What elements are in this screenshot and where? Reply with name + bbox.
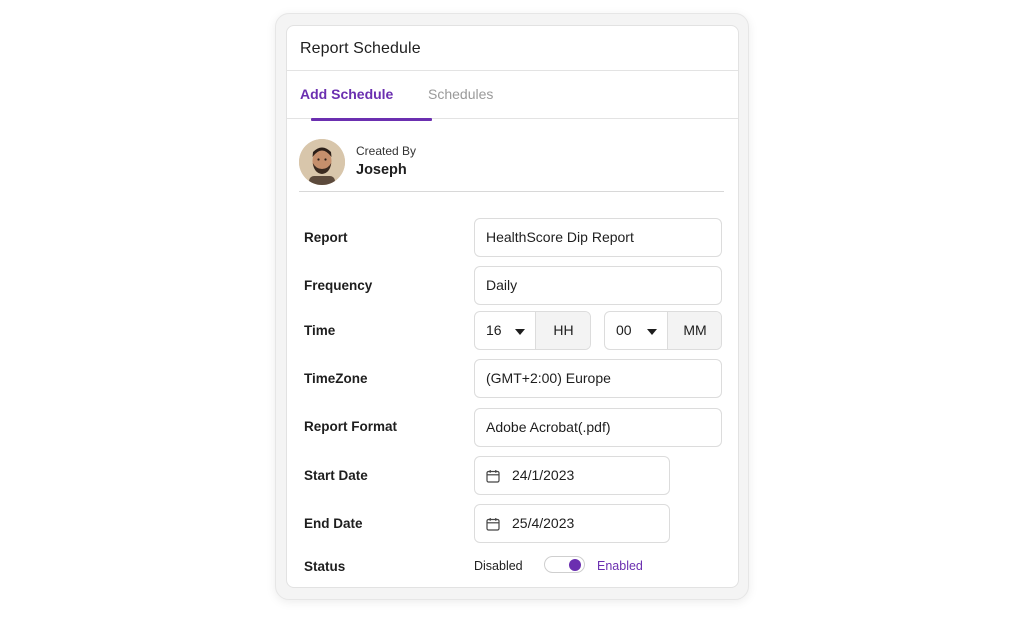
timezone-field[interactable]: (GMT+2:00) Europe [474,359,722,398]
chevron-down-icon [515,329,525,335]
timezone-label: TimeZone [304,371,368,386]
creator-section: Created By Joseph [299,132,724,192]
avatar-image [299,139,345,185]
minute-select-group: 00 MM [604,311,722,350]
tab-bar: Add Schedule Schedules [287,71,738,119]
created-by-caption: Created By [356,144,417,158]
minute-select[interactable]: 00 [605,312,667,349]
minute-unit-label: MM [667,312,721,349]
end-date-label: End Date [304,516,363,531]
report-field[interactable]: HealthScore Dip Report [474,218,722,257]
frequency-field[interactable]: Daily [474,266,722,305]
tab-add-schedule[interactable]: Add Schedule [300,86,393,102]
end-date-field[interactable]: 25/4/2023 [474,504,670,543]
status-enabled-label: Enabled [597,559,643,573]
panel-title: Report Schedule [300,40,421,57]
avatar [299,139,345,185]
calendar-icon [486,470,500,483]
start-date-label: Start Date [304,468,368,483]
time-label: Time [304,323,336,338]
status-toggle[interactable] [544,556,585,573]
hour-select-group: 16 HH [474,311,591,350]
active-tab-indicator [311,118,432,121]
tab-schedules[interactable]: Schedules [428,86,493,102]
report-label: Report [304,230,348,245]
hour-select[interactable]: 16 [475,312,535,349]
hour-unit-label: HH [535,312,590,349]
report-schedule-card: Report Schedule Add Schedule Schedules C… [286,25,739,588]
hour-value: 16 [486,322,502,338]
toggle-knob [569,559,581,571]
report-format-label: Report Format [304,419,398,434]
status-label: Status [304,559,346,574]
report-format-field[interactable]: Adobe Acrobat(.pdf) [474,408,722,447]
calendar-icon [486,518,500,531]
creator-name: Joseph [356,162,407,178]
minute-value: 00 [616,322,632,338]
start-date-field[interactable]: 24/1/2023 [474,456,670,495]
chevron-down-icon [647,329,657,335]
frequency-label: Frequency [304,278,373,293]
status-disabled-label: Disabled [474,559,523,573]
report-schedule-panel: Report Schedule Add Schedule Schedules C… [275,13,749,600]
start-date-value: 24/1/2023 [512,467,575,483]
end-date-value: 25/4/2023 [512,515,575,531]
